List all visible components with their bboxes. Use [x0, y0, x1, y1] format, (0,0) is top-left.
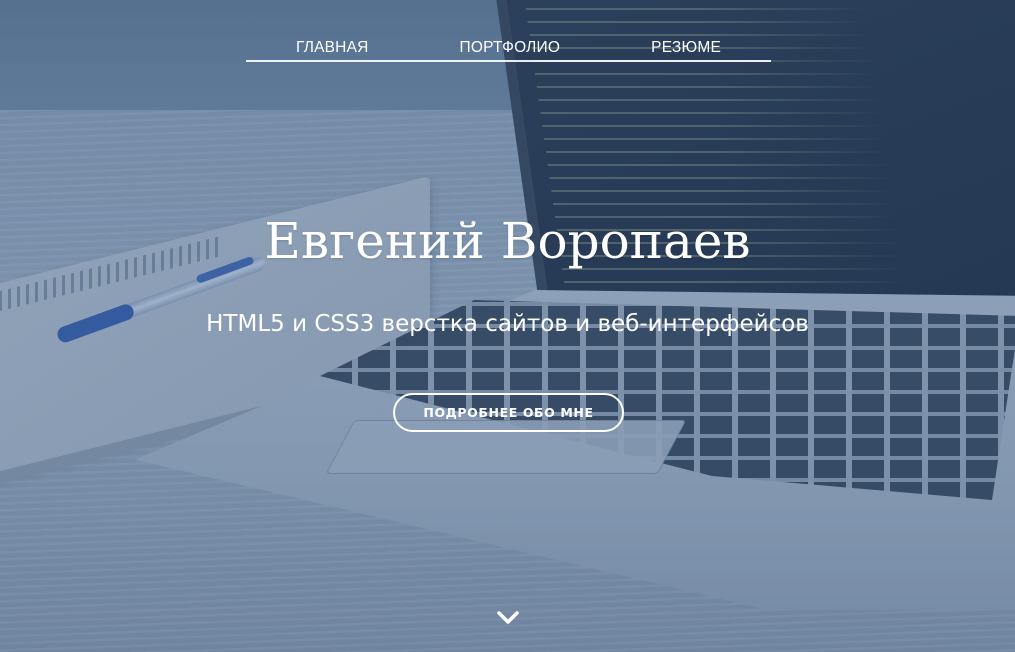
nav-item-portfolio[interactable]: ПОРТФОЛИО [460, 38, 561, 60]
nav-item-resume[interactable]: РЕЗЮМЕ [651, 38, 721, 60]
main-nav: ГЛАВНАЯ ПОРТФОЛИО РЕЗЮМЕ [246, 38, 771, 62]
hero-subtitle: HTML5 и CSS3 верстка сайтов и веб-интерф… [206, 311, 809, 337]
chevron-down-icon[interactable] [495, 608, 521, 628]
about-me-button[interactable]: ПОДРОБНЕЕ ОБО МНЕ [393, 393, 624, 432]
nav-item-home[interactable]: ГЛАВНАЯ [296, 38, 369, 60]
hero-title: Евгений Воропаев [264, 212, 751, 270]
